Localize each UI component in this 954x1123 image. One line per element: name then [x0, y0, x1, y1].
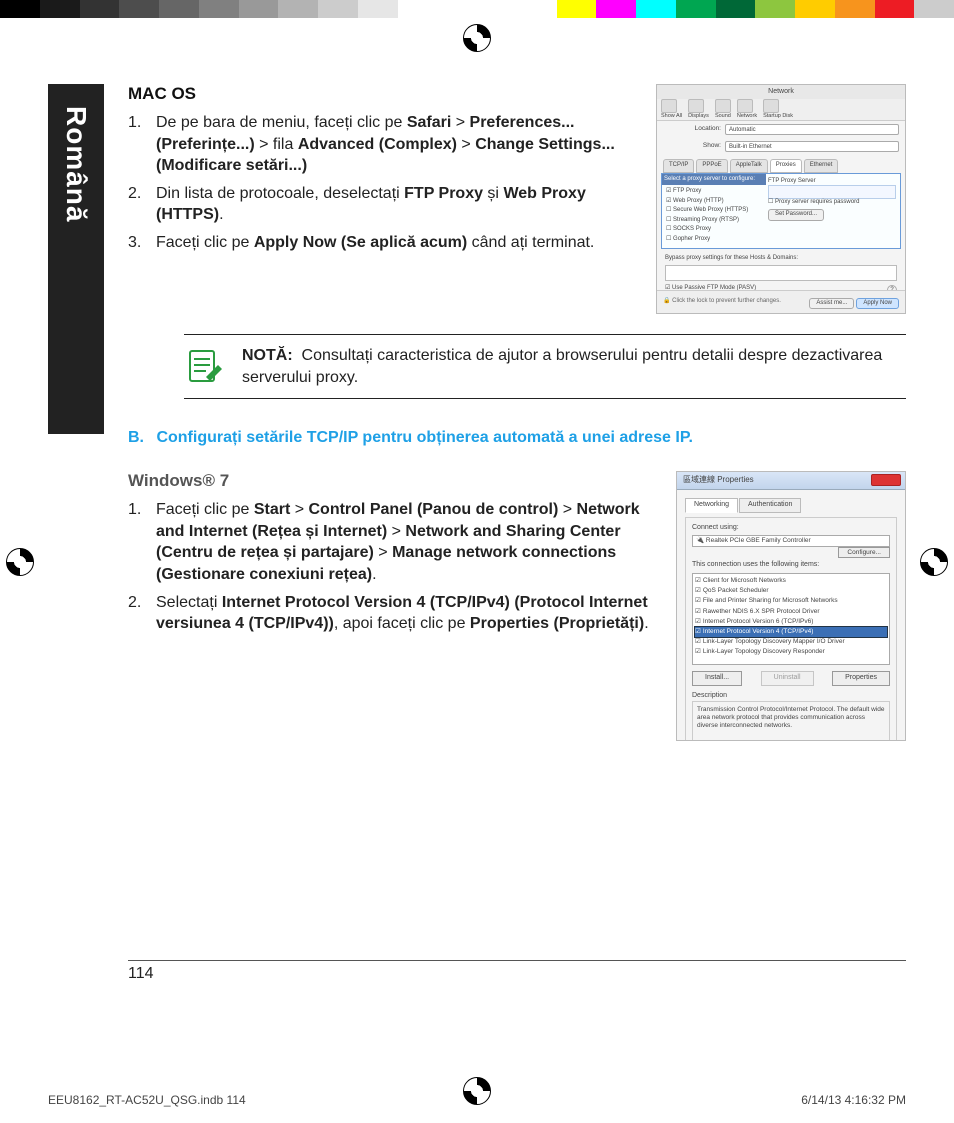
ss1-ftp-header: FTP Proxy Server [768, 178, 896, 186]
ss1-window-title: Network [657, 85, 905, 99]
note-icon [184, 347, 224, 387]
section-b-heading: B. Configurați setările TCP/IP pentru ob… [128, 429, 906, 447]
registration-mark-icon [920, 548, 948, 576]
language-tab: Română [48, 84, 104, 434]
ss1-location-label: Location: [663, 125, 721, 133]
ss2-adapter-field: 🔌 Realtek PCIe GBE Family Controller [692, 535, 890, 547]
ss1-protocol-list: Select a proxy server to configure: FTP … [666, 178, 762, 245]
language-tab-label: Română [60, 84, 92, 222]
section-b-title: Configurați setările TCP/IP pentru obțin… [156, 429, 692, 446]
print-slug: EEU8162_RT-AC52U_QSG.indb 114 6/14/13 4:… [48, 1093, 906, 1107]
ss2-tab-networking[interactable]: Networking [685, 498, 738, 513]
ss2-item-list[interactable]: Client for Microsoft NetworksQoS Packet … [692, 573, 890, 665]
registration-mark-icon [463, 24, 491, 52]
ss1-set-password-button[interactable]: Set Password... [768, 209, 824, 221]
ss1-ftp-input[interactable] [768, 185, 896, 199]
macos-steps: 1.De pe bara de meniu, faceți clic pe Sa… [128, 112, 638, 254]
ss2-items-label: This connection uses the following items… [692, 561, 890, 570]
ss1-pane-header: Select a proxy server to configure: [662, 174, 766, 186]
ss2-connect-using-label: Connect using: [692, 524, 890, 533]
registration-mark-icon [6, 548, 34, 576]
slug-file: EEU8162_RT-AC52U_QSG.indb 114 [48, 1093, 246, 1107]
ss1-show-label: Show: [663, 142, 721, 150]
print-color-bar [0, 0, 954, 18]
ss1-lock-text[interactable]: 🔒 Click the lock to prevent further chan… [663, 298, 781, 306]
ss2-description-label: Description [692, 692, 890, 701]
ss1-apply-button[interactable]: Apply Now [856, 298, 899, 310]
ss2-install-button[interactable]: Install... [692, 671, 742, 686]
ss1-bypass-input[interactable] [665, 265, 897, 281]
close-icon[interactable] [871, 474, 901, 486]
page-footer: 114 [128, 960, 906, 983]
win7-steps: 1.Faceți clic pe Start > Control Panel (… [128, 499, 658, 635]
ss2-tab-authentication[interactable]: Authentication [739, 498, 801, 513]
ss2-properties-button[interactable]: Properties [832, 671, 890, 686]
ss2-window-title: 區域連線 Properties [683, 475, 754, 484]
slug-date: 6/14/13 4:16:32 PM [801, 1093, 906, 1107]
section-b-label: B. [128, 429, 152, 447]
ss1-toolbar: Show AllDisplaysSoundNetworkStartup Disk [657, 99, 905, 121]
win7-heading: Windows® 7 [128, 471, 658, 491]
note-text: Consultați caracteristica de ajutor a br… [242, 347, 882, 386]
macos-heading: MAC OS [128, 84, 638, 104]
win7-properties-screenshot: 區域連線 Properties Networking Authenticatio… [676, 471, 906, 741]
ss2-configure-button[interactable]: Configure... [838, 547, 890, 558]
note-box: NOTĂ: Consultați caracteristica de ajuto… [184, 334, 906, 399]
ss2-uninstall-button: Uninstall [761, 671, 814, 686]
ss1-tab-row: TCP/IPPPPoEAppleTalkProxiesEthernet [657, 155, 905, 173]
ss1-req-password[interactable]: ☐ Proxy server requires password [768, 199, 896, 207]
note-label: NOTĂ: [242, 347, 293, 364]
ss2-description-text: Transmission Control Protocol/Internet P… [692, 701, 890, 742]
ss1-show-select[interactable]: Built-in Ethernet [725, 141, 899, 152]
ss1-bypass-label: Bypass proxy settings for these Hosts & … [665, 255, 897, 263]
ss1-location-select[interactable]: Automatic [725, 124, 899, 135]
page-number: 114 [128, 965, 154, 982]
ss1-assist-button[interactable]: Assist me... [809, 298, 854, 310]
macos-network-screenshot: Network Show AllDisplaysSoundNetworkStar… [656, 84, 906, 314]
